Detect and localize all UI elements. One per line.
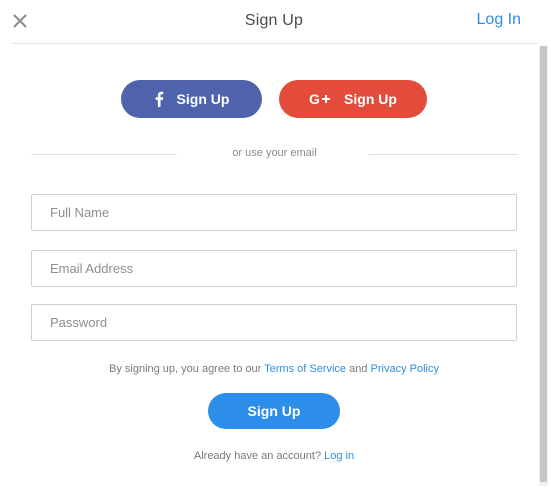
header-divider bbox=[12, 43, 537, 44]
svg-text:G: G bbox=[309, 92, 320, 106]
email-divider: or use your email bbox=[31, 146, 518, 162]
signup-submit-button[interactable]: Sign Up bbox=[208, 393, 340, 429]
google-signup-button[interactable]: G Sign Up bbox=[279, 80, 427, 118]
facebook-icon bbox=[154, 91, 164, 107]
terms-of-service-link[interactable]: Terms of Service bbox=[264, 363, 346, 375]
facebook-signup-button[interactable]: Sign Up bbox=[121, 80, 262, 118]
page-title: Sign Up bbox=[244, 12, 304, 29]
footer-login-link[interactable]: Log in bbox=[324, 450, 354, 462]
header-login-link[interactable]: Log In bbox=[477, 11, 521, 29]
divider-text: or use your email bbox=[232, 147, 317, 159]
google-plus-icon: G bbox=[309, 92, 331, 106]
facebook-signup-label: Sign Up bbox=[176, 91, 230, 107]
terms-text: By signing up, you agree to our Terms of… bbox=[0, 363, 548, 375]
google-signup-label: Sign Up bbox=[344, 91, 397, 107]
already-prompt: Already have an account? bbox=[193, 450, 325, 462]
scrollbar-thumb[interactable] bbox=[540, 46, 547, 482]
terms-and: and bbox=[346, 363, 371, 375]
terms-prefix: By signing up, you agree to our bbox=[109, 363, 265, 375]
already-have-account: Already have an account? Log in bbox=[0, 450, 548, 462]
email-input[interactable] bbox=[31, 250, 517, 287]
full-name-input[interactable] bbox=[31, 194, 517, 231]
modal-header: Sign Up Log In bbox=[0, 0, 537, 43]
divider-line-right bbox=[369, 154, 518, 155]
privacy-policy-link[interactable]: Privacy Policy bbox=[371, 363, 439, 375]
password-input[interactable] bbox=[31, 304, 517, 341]
